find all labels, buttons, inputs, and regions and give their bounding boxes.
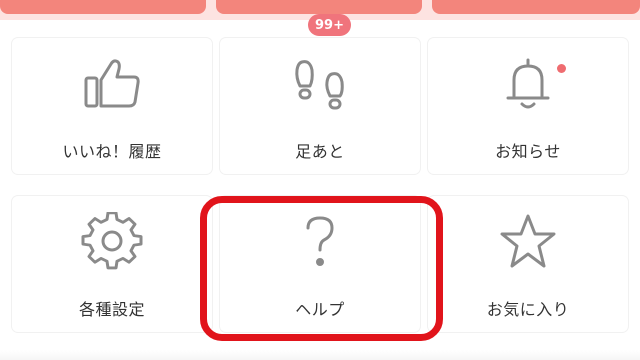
top-tab-3[interactable]	[432, 0, 640, 14]
menu-label-favorites: お気に入り	[486, 300, 570, 319]
footprints-count-badge: 99+	[308, 14, 351, 36]
menu-item-help[interactable]: ヘルプ	[220, 196, 420, 332]
menu-label-settings: 各種設定	[78, 300, 145, 319]
menu-label-help: ヘルプ	[295, 300, 345, 319]
menu-item-footprints[interactable]: 足あと	[220, 38, 420, 174]
footprints-icon	[284, 52, 356, 116]
menu-item-favorites[interactable]: お気に入り	[428, 196, 628, 332]
menu-item-settings[interactable]: 各種設定	[12, 196, 212, 332]
question-mark-icon	[284, 210, 356, 274]
thumbs-up-icon	[76, 52, 148, 116]
gear-icon	[76, 210, 148, 274]
top-tab-1[interactable]	[0, 0, 206, 14]
menu-label-likes-history: いいね！履歴	[62, 142, 162, 161]
bell-icon	[492, 52, 564, 116]
star-icon	[492, 210, 564, 274]
menu-label-notifications: お知らせ	[495, 142, 561, 161]
top-tab-2[interactable]	[216, 0, 422, 14]
menu-label-footprints: 足あと	[295, 142, 345, 161]
menu-item-notifications[interactable]: お知らせ	[428, 38, 628, 174]
notification-dot	[557, 64, 566, 73]
menu-item-likes-history[interactable]: いいね！履歴	[12, 38, 212, 174]
bottom-edge	[0, 350, 640, 360]
